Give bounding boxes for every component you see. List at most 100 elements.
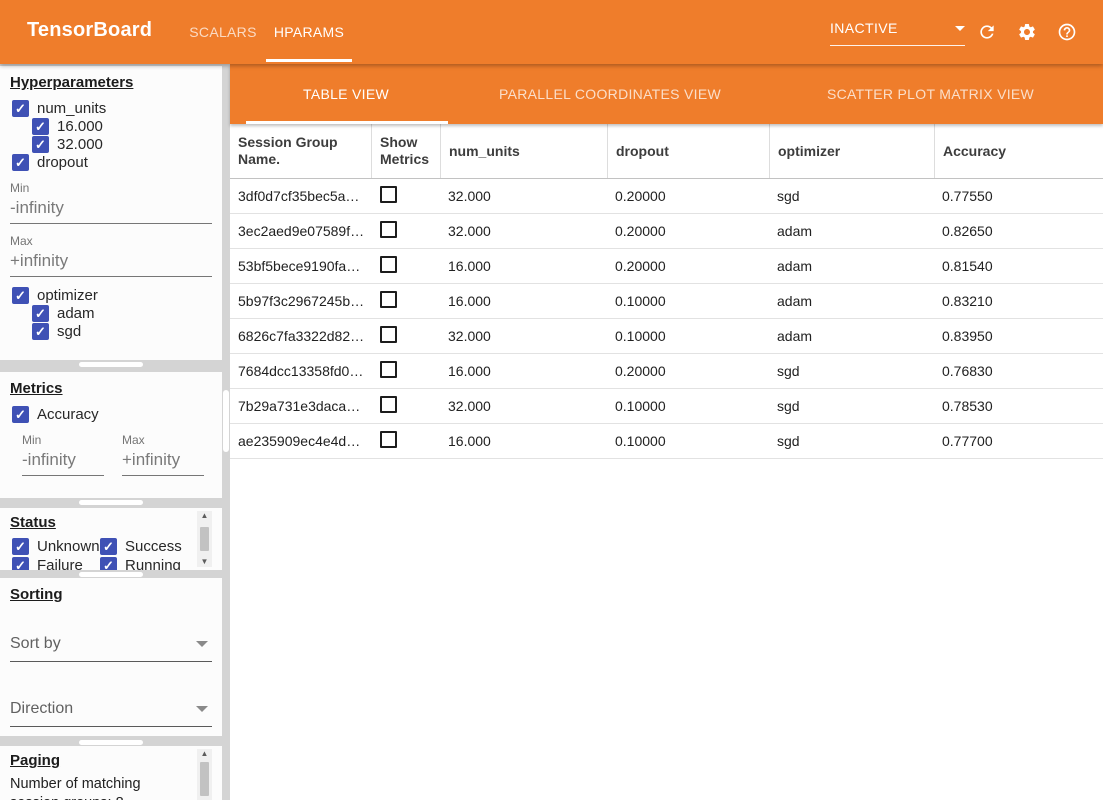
tab-parallel-coordinates-view[interactable]: PARALLEL COORDINATES VIEW [462, 64, 758, 124]
scrollbar-thumb[interactable] [200, 762, 209, 796]
min-input[interactable]: -infinity [10, 195, 212, 224]
hparam-optimizer-adam[interactable]: adam [32, 304, 212, 322]
checkbox-checked-icon[interactable] [100, 557, 117, 571]
accuracy-cell: 0.83210 [934, 293, 1103, 309]
sidebar-scrollbar-thumb[interactable] [223, 390, 229, 452]
hparam-value-label: 16.000 [57, 118, 103, 135]
direction-dropdown[interactable]: Direction [10, 698, 212, 727]
scrollbar-thumb[interactable] [200, 527, 209, 551]
header-accuracy: Accuracy [934, 124, 1103, 178]
checkbox-checked-icon[interactable] [32, 136, 49, 153]
sorting-heading: Sorting [10, 586, 212, 603]
show-metrics-cell [371, 186, 440, 206]
max-input[interactable]: +infinity [122, 447, 204, 476]
num-units-cell: 32.000 [440, 398, 607, 414]
show-metrics-cell [371, 291, 440, 311]
optimizer-cell: sgd [769, 433, 934, 449]
show-metrics-checkbox[interactable] [380, 431, 397, 448]
accuracy-cell: 0.76830 [934, 363, 1103, 379]
hparam-num-units-32[interactable]: 32.000 [32, 135, 212, 153]
show-metrics-checkbox[interactable] [380, 221, 397, 238]
run-status-dropdown[interactable]: INACTIVE [830, 20, 965, 46]
run-status-value: INACTIVE [830, 20, 898, 36]
hparam-dropout[interactable]: dropout [12, 153, 212, 171]
metric-label: Accuracy [37, 406, 99, 423]
sort-by-dropdown[interactable]: Sort by [10, 633, 212, 662]
checkbox-checked-icon[interactable] [32, 305, 49, 322]
status-heading: Status [10, 514, 212, 531]
show-metrics-checkbox[interactable] [380, 291, 397, 308]
hparam-num-units[interactable]: num_units [12, 99, 212, 117]
status-option[interactable]: Failure [12, 556, 98, 570]
table-row: 7b29a731e3daca… 32.000 0.10000 sgd 0.785… [230, 389, 1103, 424]
checkbox-checked-icon[interactable] [32, 118, 49, 135]
show-metrics-checkbox[interactable] [380, 186, 397, 203]
status-option-label: Unknown [37, 538, 100, 555]
status-option[interactable]: Success [100, 537, 196, 555]
refresh-icon[interactable] [977, 22, 997, 42]
gear-icon[interactable] [1017, 22, 1037, 42]
hparam-optimizer[interactable]: optimizer [12, 286, 212, 304]
checkbox-checked-icon[interactable] [12, 154, 29, 171]
hparam-optimizer-sgd[interactable]: sgd [32, 322, 212, 340]
tab-table-view[interactable]: TABLE VIEW [230, 64, 462, 124]
checkbox-checked-icon[interactable] [12, 406, 29, 423]
metric-accuracy[interactable]: Accuracy [12, 405, 212, 423]
session-group-name-cell: 3ec2aed9e07589f… [230, 223, 371, 239]
optimizer-cell: sgd [769, 398, 934, 414]
tab-hparams[interactable]: HPARAMS [266, 0, 352, 64]
checkbox-checked-icon[interactable] [12, 538, 29, 555]
direction-value: Direction [10, 700, 73, 718]
header-num-units: num_units [440, 124, 607, 178]
scroll-up-icon[interactable]: ▲ [201, 750, 209, 758]
num-units-cell: 32.000 [440, 223, 607, 239]
dropout-min-field: Min -infinity [10, 181, 212, 224]
status-option[interactable]: Running [100, 556, 196, 570]
status-option[interactable]: Unknown [12, 537, 98, 555]
status-option-label: Failure [37, 557, 83, 571]
tab-scatter-plot-matrix-view[interactable]: SCATTER PLOT MATRIX VIEW [758, 64, 1103, 124]
dropout-cell: 0.20000 [607, 188, 769, 204]
checkbox-checked-icon[interactable] [12, 557, 29, 571]
sorting-card: Sorting Sort by Direction [0, 578, 222, 736]
scroll-down-icon[interactable]: ▼ [201, 558, 209, 566]
optimizer-cell: adam [769, 258, 934, 274]
tab-scalars[interactable]: SCALARS [180, 0, 266, 64]
checkbox-checked-icon[interactable] [12, 287, 29, 304]
session-group-name-cell: 5b97f3c2967245b… [230, 293, 371, 309]
show-metrics-checkbox[interactable] [380, 396, 397, 413]
status-options: Unknown Success Failure Running [10, 537, 196, 570]
hparam-label: num_units [37, 100, 106, 117]
checkbox-checked-icon[interactable] [32, 323, 49, 340]
optimizer-cell: sgd [769, 363, 934, 379]
status-scrollbar[interactable]: ▲ ▼ [197, 511, 212, 567]
table-header-row: Session Group Name. Show Metrics num_uni… [230, 124, 1103, 179]
paging-scrollbar[interactable]: ▲ [197, 749, 212, 800]
resize-handle[interactable] [79, 740, 143, 745]
scroll-up-icon[interactable]: ▲ [201, 512, 209, 520]
checkbox-checked-icon[interactable] [100, 538, 117, 555]
show-metrics-checkbox[interactable] [380, 361, 397, 378]
show-metrics-checkbox[interactable] [380, 326, 397, 343]
chevron-down-icon [196, 706, 208, 712]
checkbox-checked-icon[interactable] [12, 100, 29, 117]
optimizer-cell: sgd [769, 188, 934, 204]
hparams-sidebar: Hyperparameters num_units 16.000 32.000 … [0, 64, 230, 800]
min-label: Min [10, 181, 212, 195]
hparam-num-units-16[interactable]: 16.000 [32, 117, 212, 135]
min-label: Min [22, 433, 104, 447]
resize-handle[interactable] [79, 500, 143, 505]
max-input[interactable]: +infinity [10, 248, 212, 277]
table-row: 5b97f3c2967245b… 16.000 0.10000 adam 0.8… [230, 284, 1103, 319]
show-metrics-checkbox[interactable] [380, 256, 397, 273]
resize-handle[interactable] [79, 572, 143, 577]
resize-handle[interactable] [79, 362, 143, 367]
help-icon[interactable] [1057, 22, 1077, 42]
accuracy-cell: 0.81540 [934, 258, 1103, 274]
hyperparameters-heading: Hyperparameters [10, 74, 212, 91]
session-group-name-cell: ae235909ec4e4d… [230, 433, 371, 449]
session-group-name-cell: 7b29a731e3daca… [230, 398, 371, 414]
min-input[interactable]: -infinity [22, 447, 104, 476]
accuracy-cell: 0.77700 [934, 433, 1103, 449]
accuracy-cell: 0.82650 [934, 223, 1103, 239]
